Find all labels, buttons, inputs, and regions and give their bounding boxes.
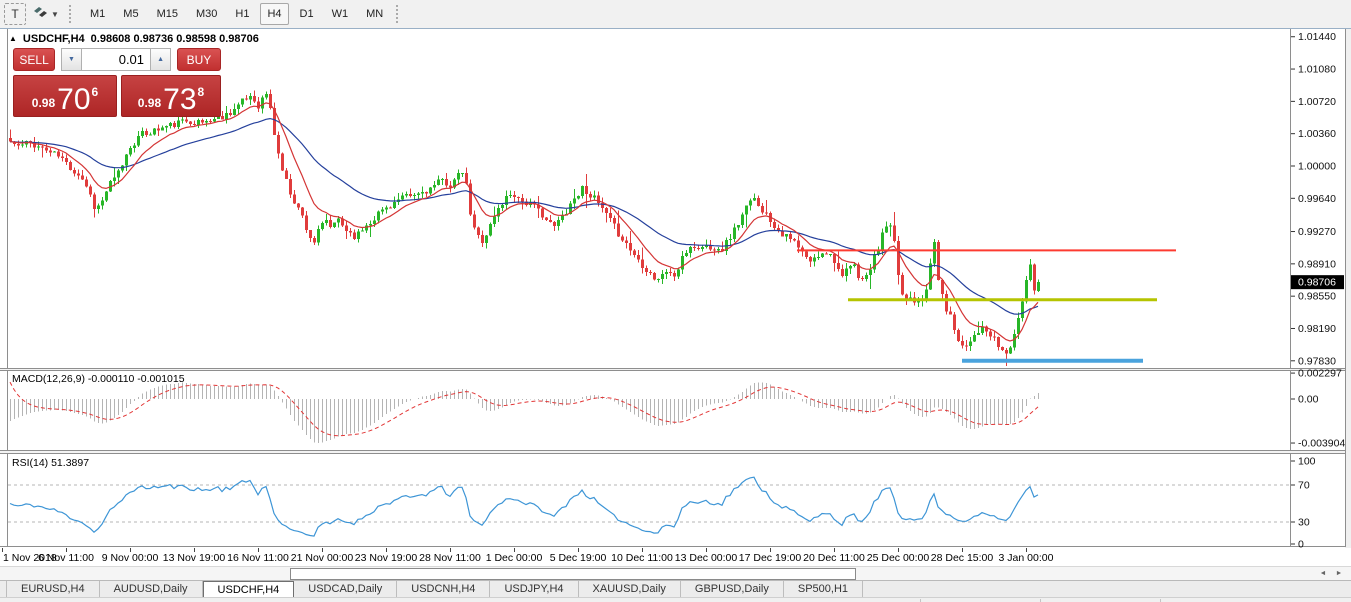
date-label: 25 Dec 00:00	[864, 552, 932, 564]
text-label-tool-button[interactable]: T	[4, 3, 26, 25]
macd-axis-label: -0.003904	[1298, 438, 1345, 450]
rsi-axis-label: 30	[1298, 517, 1310, 529]
price-axis-label: 0.99640	[1298, 193, 1336, 205]
buy-price-big: 73	[163, 87, 196, 113]
date-label: 16 Nov 11:00	[224, 552, 292, 564]
drawing-tool-icon	[33, 6, 48, 22]
tab-AUDUSD-Daily[interactable]: AUDUSD,Daily	[100, 581, 203, 597]
status-strip	[0, 597, 1351, 602]
price-axis-label: 1.01440	[1298, 31, 1336, 43]
rsi-axis-label: 100	[1298, 456, 1316, 468]
date-axis: 1 Nov 20186 Nov 11:009 Nov 00:0013 Nov 1…	[0, 548, 1351, 566]
timeframe-button-H1[interactable]: H1	[228, 3, 256, 25]
volume-input[interactable]	[82, 48, 150, 71]
ohlc-readout: 0.98608 0.98736 0.98598 0.98706	[91, 33, 259, 45]
tab-GBPUSD-Daily[interactable]: GBPUSD,Daily	[681, 581, 784, 597]
triangle-up-icon: ▲	[9, 34, 17, 43]
timeframe-button-M5[interactable]: M5	[116, 3, 145, 25]
sell-price-big: 70	[57, 87, 90, 113]
price-axis-label: 0.99270	[1298, 226, 1336, 238]
tab-USDCNH-H4[interactable]: USDCNH,H4	[397, 581, 490, 597]
chart-symbol-header: ▲ USDCHF,H4 0.98608 0.98736 0.98598 0.98…	[9, 32, 259, 46]
tab-XAUUSD-Daily[interactable]: XAUUSD,Daily	[579, 581, 681, 597]
rsi-axis-label: 0	[1298, 539, 1304, 549]
buy-price-pip: 8	[198, 85, 205, 99]
date-label: 5 Dec 19:00	[544, 552, 612, 564]
tab-EURUSD-H4[interactable]: EURUSD,H4	[6, 581, 100, 597]
toolbar-grip	[69, 5, 75, 23]
date-label: 28 Nov 11:00	[416, 552, 484, 564]
macd-axis-label: 0.002297	[1298, 368, 1342, 380]
price-axis-label: 0.98550	[1298, 291, 1336, 303]
tab-USDCHF-H4[interactable]: USDCHF,H4	[203, 581, 295, 597]
date-label: 1 Dec 00:00	[480, 552, 548, 564]
macd-axis-label: 0.00	[1298, 394, 1319, 406]
chevron-down-icon: ▼	[51, 10, 59, 19]
timeframe-button-M15[interactable]: M15	[150, 3, 185, 25]
price-axis-label: 0.97830	[1298, 355, 1336, 367]
mt4-terminal: T ▼ M1M5M15M30H1H4D1W1MN 1.014401.010801…	[0, 0, 1351, 602]
date-label: 21 Nov 00:00	[288, 552, 356, 564]
price-axis-label: 1.00360	[1298, 128, 1336, 140]
sell-price-tile[interactable]: 0.98 70 6	[13, 75, 117, 117]
price-axis-label: 1.00720	[1298, 96, 1336, 108]
scroll-left-icon[interactable]: ◄	[1316, 568, 1330, 579]
one-click-trading-panel: SELL ▼ ▲ BUY 0.98 70 6 0.98 73 8	[13, 48, 221, 117]
price-axis-label: 1.00000	[1298, 161, 1336, 173]
symbol-period-label: USDCHF,H4	[23, 33, 85, 45]
chart-horizontal-scrollbar[interactable]: ◄ ►	[0, 566, 1351, 581]
volume-increase-button[interactable]: ▲	[150, 48, 171, 71]
volume-decrease-button[interactable]: ▼	[61, 48, 82, 71]
timeframe-toolbar: T ▼ M1M5M15M30H1H4D1W1MN	[0, 0, 1351, 29]
scroll-right-icon[interactable]: ►	[1332, 568, 1346, 579]
tab-SP500-H1[interactable]: SP500,H1	[784, 581, 863, 597]
timeframe-button-W1[interactable]: W1	[325, 3, 356, 25]
date-label: 17 Dec 19:00	[736, 552, 804, 564]
timeframe-button-M1[interactable]: M1	[83, 3, 112, 25]
date-label: 20 Dec 11:00	[800, 552, 868, 564]
chart-tab-bar: EURUSD,H4AUDUSD,DailyUSDCHF,H4USDCAD,Dai…	[0, 580, 1351, 597]
tab-USDJPY-H4[interactable]: USDJPY,H4	[490, 581, 578, 597]
rsi-axis-label: 70	[1298, 480, 1310, 492]
rsi-label: RSI(14) 51.3897	[12, 457, 89, 469]
tab-USDCAD-Daily[interactable]: USDCAD,Daily	[294, 581, 397, 597]
price-axis-label: 0.98190	[1298, 323, 1336, 335]
date-label: 6 Nov 11:00	[32, 552, 100, 564]
date-label: 9 Nov 00:00	[96, 552, 164, 564]
sell-price-pip: 6	[92, 85, 99, 99]
date-label: 23 Nov 19:00	[352, 552, 420, 564]
timeframe-buttons: M1M5M15M30H1H4D1W1MN	[81, 3, 392, 25]
timeframe-button-M30[interactable]: M30	[189, 3, 224, 25]
timeframe-button-D1[interactable]: D1	[293, 3, 321, 25]
price-axis-label: 0.98910	[1298, 258, 1336, 270]
date-label: 13 Dec 00:00	[672, 552, 740, 564]
scrollbar-thumb[interactable]	[290, 568, 856, 580]
buy-price-prefix: 0.98	[138, 96, 161, 110]
date-label: 10 Dec 11:00	[608, 552, 676, 564]
buy-button[interactable]: BUY	[177, 48, 221, 71]
chart-window: 1.01440 1.01080 1.00720 1.00360 1.00000 0.996…	[0, 28, 1351, 548]
price-axis-label: 1.01080	[1298, 64, 1336, 76]
sell-button[interactable]: SELL	[13, 48, 55, 71]
timeframe-button-MN[interactable]: MN	[359, 3, 390, 25]
sell-price-prefix: 0.98	[32, 96, 55, 110]
date-label: 3 Jan 00:00	[992, 552, 1060, 564]
drawing-tool-button[interactable]: ▼	[28, 3, 64, 25]
toolbar-grip	[396, 5, 402, 23]
date-label: 28 Dec 15:00	[928, 552, 996, 564]
buy-price-tile[interactable]: 0.98 73 8	[121, 75, 221, 117]
date-label: 13 Nov 19:00	[160, 552, 228, 564]
timeframe-button-H4[interactable]: H4	[260, 3, 288, 25]
macd-label: MACD(12,26,9) -0.000110 -0.001015	[12, 373, 185, 385]
current-price-label: 0.98706	[1298, 277, 1336, 289]
